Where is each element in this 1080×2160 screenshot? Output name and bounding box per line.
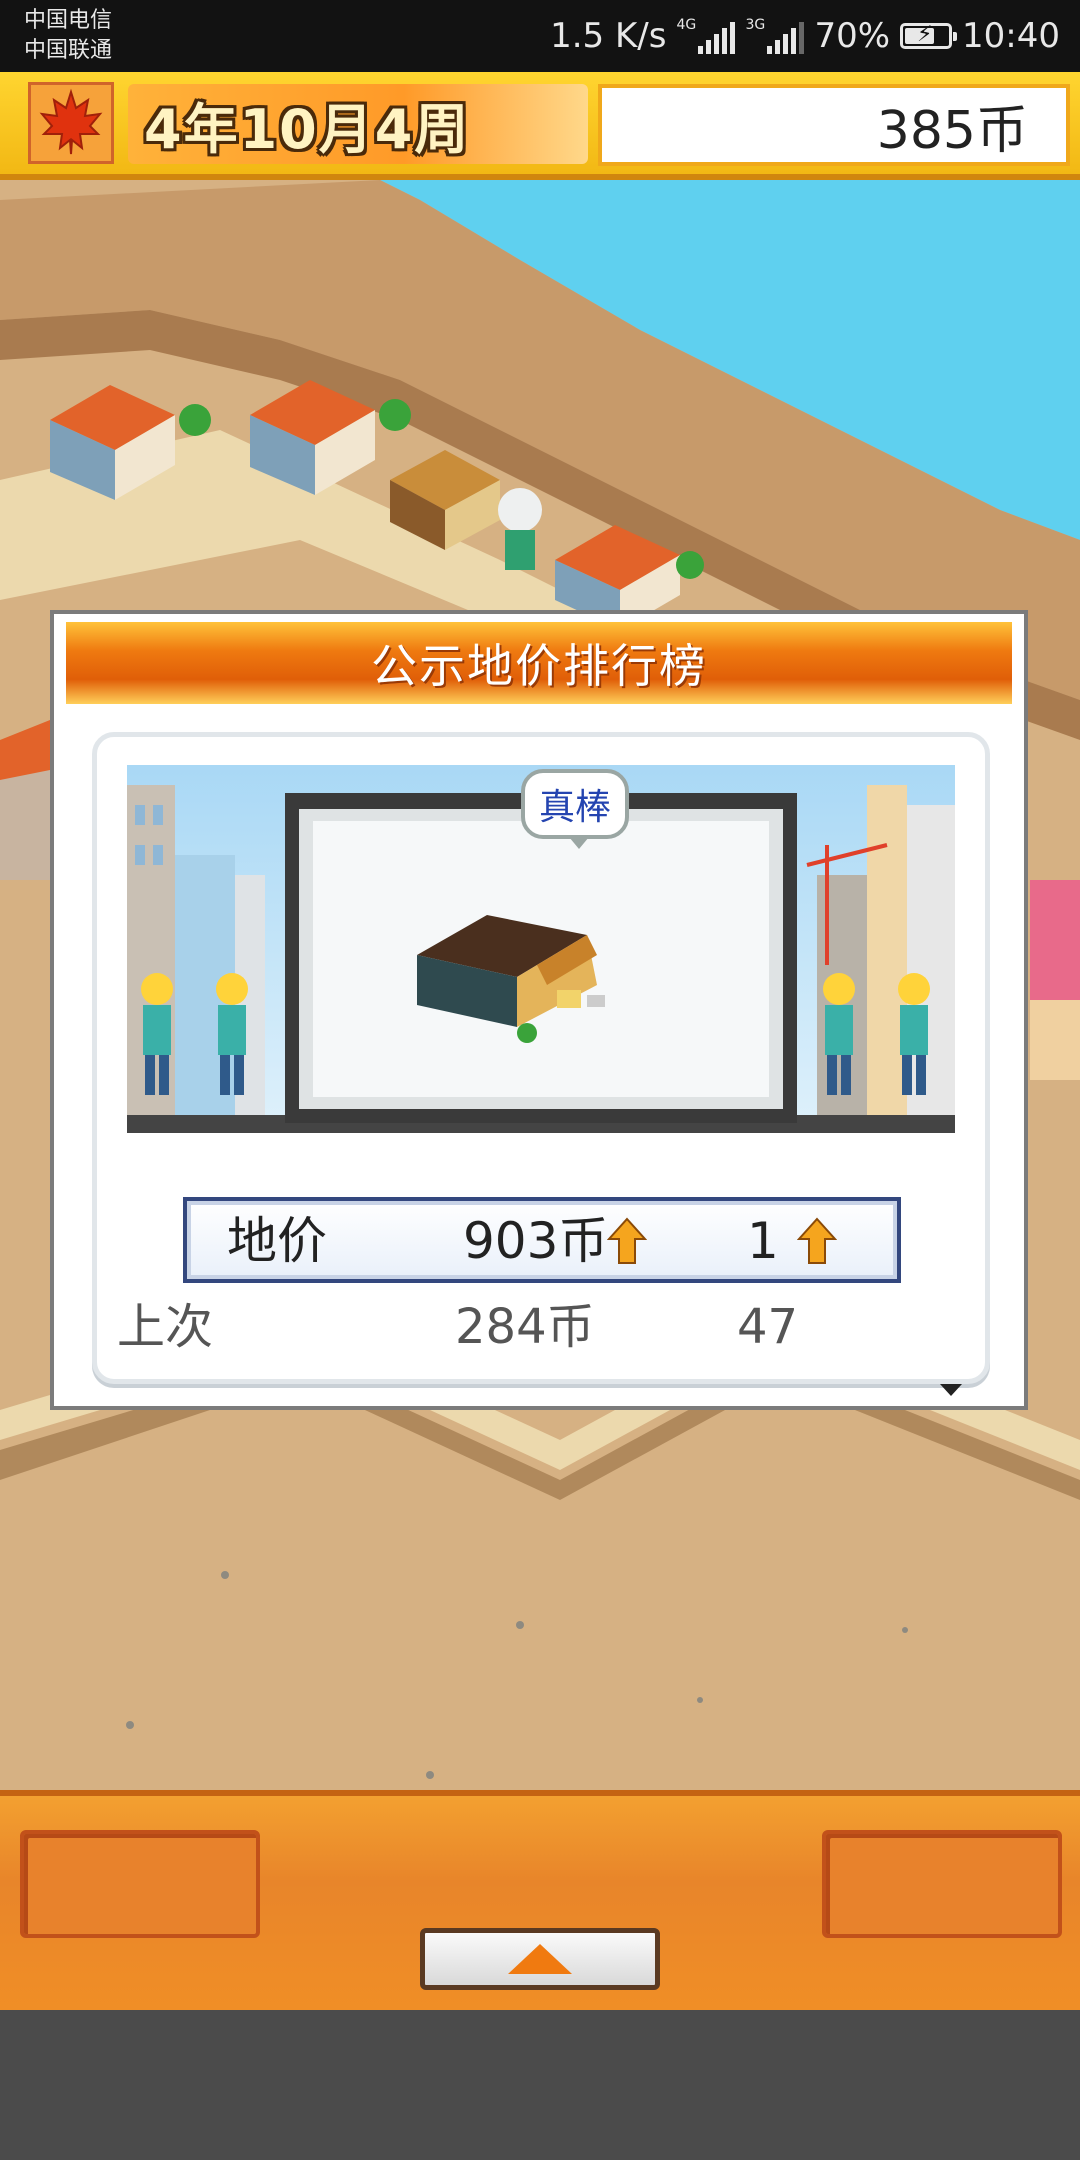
carriers: 中国电信 中国联通	[24, 6, 112, 66]
rank-up-arrow-icon	[797, 1217, 837, 1264]
battery-percent: 70%	[814, 16, 891, 56]
sim1-tag: 4G	[676, 17, 697, 33]
previous-label: 上次	[117, 1299, 214, 1355]
left-menu-button[interactable]	[20, 1830, 260, 1938]
maple-leaf-icon[interactable]	[28, 82, 114, 164]
money-display: 385币	[598, 84, 1070, 166]
top-hud: 4年10月4周 385币	[0, 72, 1080, 180]
carrier-2: 中国联通	[24, 38, 113, 63]
net-speed: 1.5 K/s	[550, 16, 667, 56]
system-nav-area	[0, 2010, 1080, 2160]
dialog-title: 公示地价排行榜	[371, 639, 707, 693]
battery-icon: ⚡	[900, 22, 958, 49]
dialog-content: 真棒 地价 903币 1 上次 284币 47	[92, 732, 990, 1384]
land-price-ranking-dialog[interactable]: 公示地价排行榜 真棒 地价 903币 1 上次 284币 47	[50, 610, 1028, 1410]
current-rank: 1	[747, 1212, 779, 1270]
triangle-up-icon	[508, 1944, 572, 1974]
current-label: 地价	[227, 1212, 327, 1270]
price-up-arrow-icon	[607, 1217, 647, 1264]
status-bar: 中国电信 中国联通 1.5 K/s 4G 3G 70% ⚡ 10:40	[0, 0, 1080, 72]
game-date: 4年10月4周	[144, 97, 471, 161]
sim2-tag: 3G	[745, 17, 766, 33]
dialog-header: 公示地价排行榜	[66, 622, 1012, 704]
signal-3g-icon: 3G	[745, 17, 805, 54]
bottom-menu-bar	[0, 1790, 1080, 2010]
previous-rank: 47	[737, 1299, 799, 1355]
right-menu-button[interactable]	[822, 1830, 1062, 1938]
praise-text: 真棒	[538, 787, 611, 828]
celebration-scene: 真棒	[127, 765, 955, 1133]
previous-price: 284币	[455, 1299, 595, 1355]
current-price: 903币	[463, 1212, 609, 1270]
current-land-price-row: 地价 903币 1	[183, 1197, 901, 1283]
continue-indicator-icon[interactable]	[940, 1384, 962, 1396]
expand-menu-button[interactable]	[420, 1928, 660, 1990]
carrier-1: 中国电信	[24, 8, 113, 33]
previous-land-price-row: 上次 284币 47	[117, 1287, 977, 1367]
clock: 10:40	[962, 16, 1060, 56]
signal-4g-icon: 4G	[676, 17, 736, 54]
date-plate: 4年10月4周	[128, 84, 588, 164]
praise-bubble: 真棒	[521, 769, 629, 849]
money-amount: 385币	[876, 100, 1028, 161]
